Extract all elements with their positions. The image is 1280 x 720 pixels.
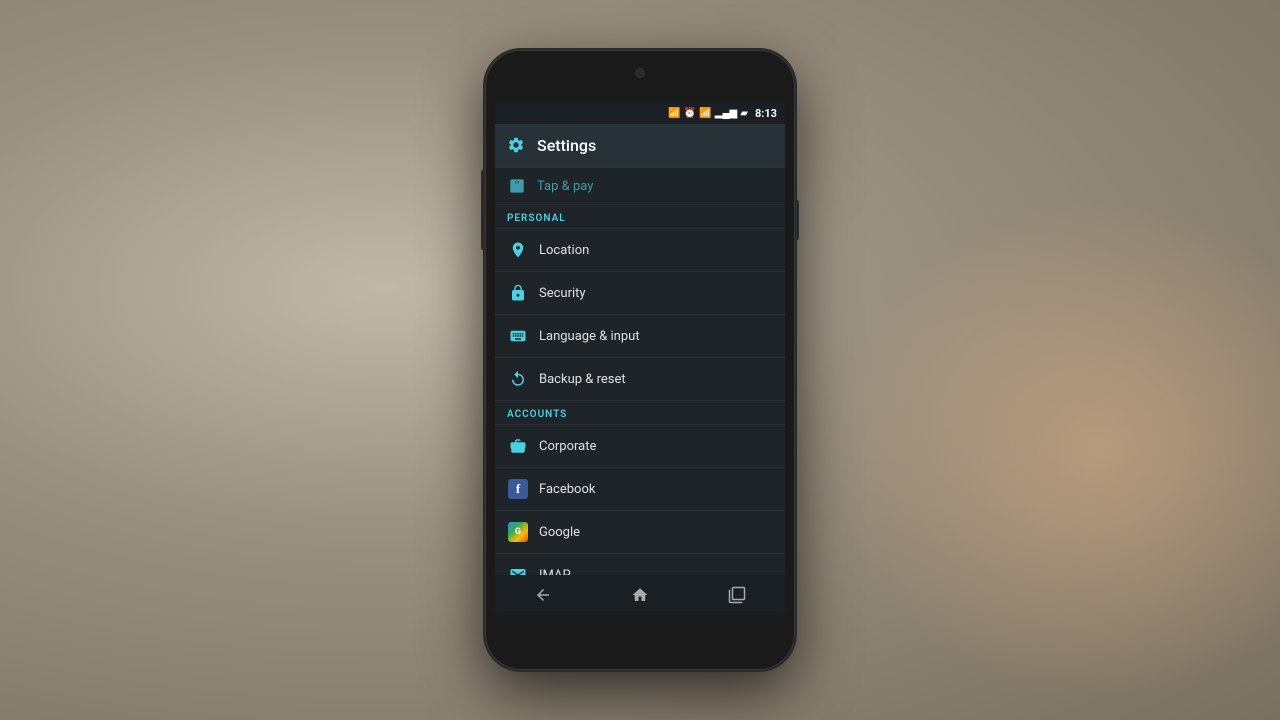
language-keyboard-icon bbox=[507, 325, 529, 347]
back-button[interactable] bbox=[528, 580, 558, 610]
battery-icon: ▰ bbox=[740, 108, 748, 119]
facebook-label: Facebook bbox=[539, 482, 595, 497]
language-row[interactable]: Language & input bbox=[495, 315, 785, 358]
backup-label: Backup & reset bbox=[539, 372, 626, 387]
backup-row[interactable]: Backup & reset bbox=[495, 358, 785, 401]
tap-pay-icon bbox=[507, 176, 527, 196]
status-bar: 📶 ⏰ 📶 ▂▄▆ ▰ 8:13 bbox=[495, 102, 785, 124]
accounts-section-header: ACCOUNTS bbox=[495, 401, 785, 425]
tap-pay-row[interactable]: Tap & pay bbox=[495, 168, 785, 205]
security-label: Security bbox=[539, 286, 586, 301]
recents-button[interactable] bbox=[722, 580, 752, 610]
imap-label: IMAP bbox=[539, 568, 571, 576]
phone-container: 📶 ⏰ 📶 ▂▄▆ ▰ 8:13 Settings bbox=[485, 50, 795, 670]
settings-gear-icon bbox=[507, 136, 527, 156]
facebook-row[interactable]: f Facebook bbox=[495, 468, 785, 511]
language-label: Language & input bbox=[539, 329, 640, 344]
bluetooth-icon: 📶 bbox=[668, 108, 680, 119]
google-icon: G bbox=[507, 521, 529, 543]
google-row[interactable]: G Google bbox=[495, 511, 785, 554]
location-row[interactable]: Location bbox=[495, 229, 785, 272]
security-lock-icon bbox=[507, 282, 529, 304]
facebook-icon: f bbox=[507, 478, 529, 500]
status-time: 8:13 bbox=[755, 107, 777, 120]
tap-pay-label: Tap & pay bbox=[537, 179, 593, 194]
imap-envelope-icon bbox=[507, 564, 529, 575]
phone-screen: 📶 ⏰ 📶 ▂▄▆ ▰ 8:13 Settings bbox=[495, 102, 785, 615]
alarm-icon: ⏰ bbox=[684, 108, 696, 119]
personal-section-header: PERSONAL bbox=[495, 205, 785, 229]
status-icons: 📶 ⏰ 📶 ▂▄▆ ▰ 8:13 bbox=[668, 107, 777, 120]
phone-shell: 📶 ⏰ 📶 ▂▄▆ ▰ 8:13 Settings bbox=[485, 50, 795, 670]
google-label: Google bbox=[539, 525, 580, 540]
app-bar: Settings bbox=[495, 124, 785, 168]
signal-icon: ▂▄▆ bbox=[715, 108, 737, 119]
security-row[interactable]: Security bbox=[495, 272, 785, 315]
location-label: Location bbox=[539, 243, 589, 258]
navigation-bar bbox=[495, 575, 785, 615]
corporate-label: Corporate bbox=[539, 439, 596, 454]
backup-icon bbox=[507, 368, 529, 390]
app-bar-title: Settings bbox=[537, 136, 596, 155]
imap-row[interactable]: IMAP bbox=[495, 554, 785, 575]
wifi-icon: 📶 bbox=[699, 108, 711, 119]
settings-content: Tap & pay PERSONAL Location bbox=[495, 168, 785, 575]
corporate-briefcase-icon bbox=[507, 435, 529, 457]
hand-overlay bbox=[830, 200, 1280, 700]
front-camera bbox=[635, 68, 645, 78]
home-button[interactable] bbox=[625, 580, 655, 610]
corporate-row[interactable]: Corporate bbox=[495, 425, 785, 468]
location-icon bbox=[507, 239, 529, 261]
